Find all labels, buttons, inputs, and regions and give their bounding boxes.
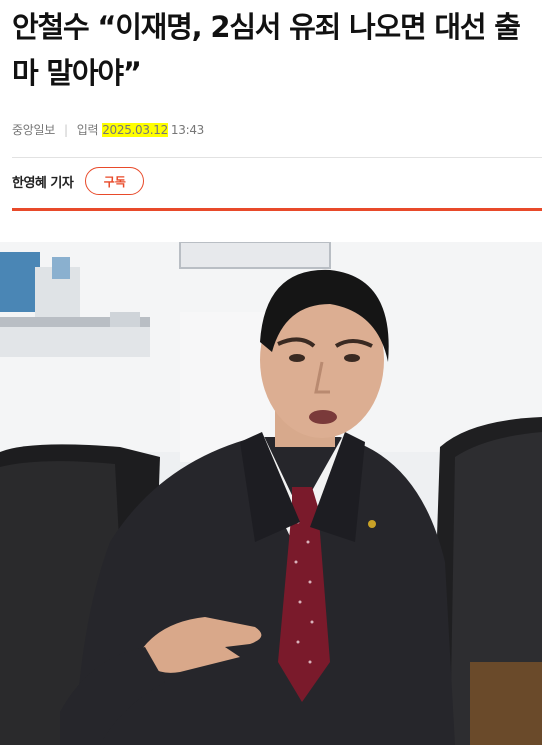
reporter-name[interactable]: 한영혜 기자: [12, 172, 74, 191]
photo-illustration: [0, 242, 542, 745]
meta-divider-line: [12, 157, 542, 158]
article-meta: 중앙일보 | 입력 2025.03.12 13:43: [12, 121, 204, 138]
article-photo: [0, 242, 542, 745]
byline: 한영혜 기자 구독: [12, 167, 145, 195]
published-date: 2025.03.12: [102, 122, 168, 137]
meta-divider: |: [63, 122, 68, 137]
publisher-name[interactable]: 중앙일보: [12, 121, 55, 138]
accent-divider: [12, 208, 542, 211]
published-time: 13:43: [170, 122, 205, 137]
subscribe-button[interactable]: 구독: [85, 167, 145, 195]
article-headline: 안철수 “이재명, 2심서 유죄 나오면 대선 출마 말아야”: [12, 10, 521, 90]
published-label: 입력: [76, 123, 99, 137]
